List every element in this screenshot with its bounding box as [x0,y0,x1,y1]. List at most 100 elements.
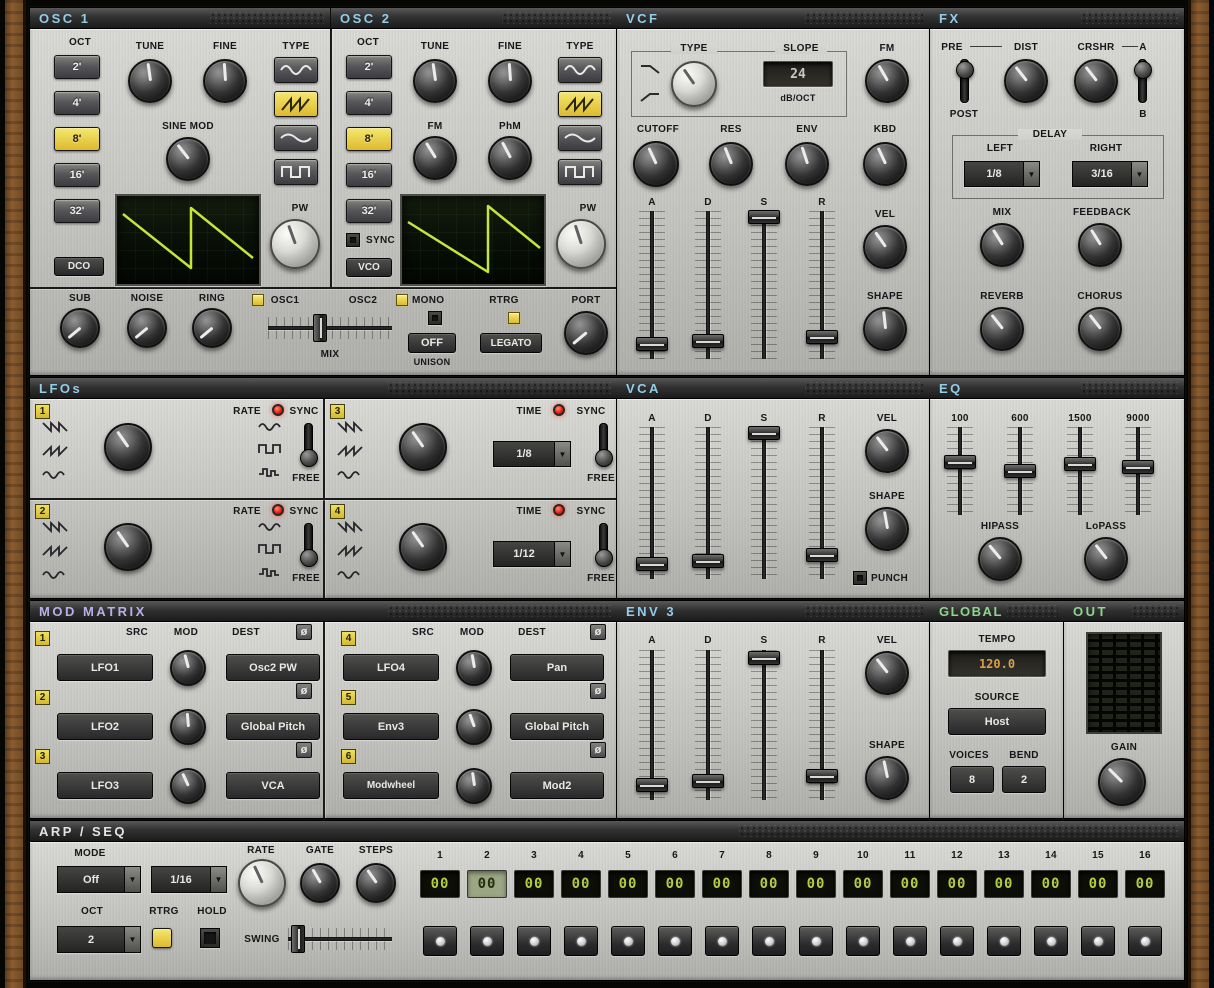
lfo4-toggle-knob[interactable] [595,549,613,567]
osc-mix-slider[interactable] [268,317,392,339]
saw-down-icon[interactable] [42,421,68,433]
osc1-enable-led[interactable] [252,294,264,306]
step-display-13[interactable]: 00 [984,870,1024,898]
mod-slot5-phase-button[interactable]: ø [590,683,606,699]
vca-release-handle[interactable] [806,548,838,562]
step-display-3[interactable]: 00 [514,870,554,898]
ab-toggle-knob[interactable] [1134,61,1152,79]
mod-slot1-dest-button[interactable]: Osc2 PW [226,654,320,681]
swing-slider-handle[interactable] [291,925,305,953]
step-display-10[interactable]: 00 [843,870,883,898]
mod-slot5-dest-button[interactable]: Global Pitch [510,713,604,740]
ab-toggle[interactable] [1138,59,1147,103]
lfo3-rate-knob[interactable] [399,423,447,471]
mod-slot3-amount-knob[interactable] [170,768,206,804]
vca-shape-knob[interactable] [865,507,909,551]
sine-icon[interactable] [42,469,66,481]
env3-attack-handle[interactable] [636,778,668,792]
step-display-12[interactable]: 00 [937,870,977,898]
eq-band-100-handle[interactable] [944,455,976,469]
pre-post-toggle[interactable] [960,59,969,103]
chevron-down-icon[interactable]: ▼ [1131,161,1148,187]
vcf-release-slider[interactable] [809,211,835,359]
lfo2-sync-free-toggle[interactable] [304,523,313,567]
step-display-6[interactable]: 00 [655,870,695,898]
kbd-knob[interactable] [863,142,907,186]
sub-knob[interactable] [60,308,100,348]
mod-slot4-src-button[interactable]: LFO4 [343,654,439,681]
chevron-down-icon[interactable]: ▼ [554,441,571,467]
mono-checkbox[interactable] [428,311,442,325]
vcf-release-handle[interactable] [806,330,838,344]
bend-button[interactable]: 2 [1002,766,1046,793]
osc2-fine-knob[interactable] [488,59,532,103]
osc2-fm-knob[interactable] [413,136,457,180]
osc1-sine-mod-knob[interactable] [166,137,210,181]
arp-rate-select[interactable]: 1/16▼ [151,866,227,893]
osc2-pw-knob[interactable] [556,219,606,269]
vcf-fm-knob[interactable] [865,59,909,103]
lfo1-sync-free-toggle[interactable] [304,423,313,467]
osc2-type-saw-button[interactable] [558,91,602,117]
mono-led[interactable] [396,294,408,306]
osc2-oct-4-button[interactable]: 4' [346,91,392,115]
step-display-1[interactable]: 00 [420,870,460,898]
arp-rate-knob[interactable] [238,859,286,907]
step-button-11[interactable] [893,926,927,956]
eq-band-600-handle[interactable] [1004,464,1036,478]
osc1-oct-2-button[interactable]: 2' [54,55,100,79]
saw-down-icon[interactable] [42,521,68,533]
mod-slot4-phase-button[interactable]: ø [590,624,606,640]
legato-button[interactable]: LEGATO [480,333,542,353]
env3-release-handle[interactable] [806,769,838,783]
mod-slot4-dest-button[interactable]: Pan [510,654,604,681]
slope-display[interactable]: 24 [763,61,833,87]
step-display-7[interactable]: 00 [702,870,742,898]
punch-checkbox[interactable] [853,571,867,585]
lopass-knob[interactable] [1084,537,1128,581]
osc2-tune-knob[interactable] [413,59,457,103]
vcf-attack-handle[interactable] [636,337,668,351]
saw-up-icon[interactable] [337,545,363,557]
tempo-display[interactable]: 120.0 [948,650,1046,677]
osc-mix-slider-handle[interactable] [313,314,327,342]
unison-off-button[interactable]: OFF [408,333,456,353]
fx-mix-knob[interactable] [980,223,1024,267]
vca-attack-slider[interactable] [639,427,665,579]
step-button-10[interactable] [846,926,880,956]
saw-down-icon[interactable] [337,421,363,433]
mod-slot4-amount-knob[interactable] [456,650,492,686]
saw-down-icon[interactable] [337,521,363,533]
pre-post-toggle-knob[interactable] [956,61,974,79]
mod-slot1-amount-knob[interactable] [170,650,206,686]
osc1-tune-knob[interactable] [128,59,172,103]
vca-decay-handle[interactable] [692,554,724,568]
step-display-11[interactable]: 00 [890,870,930,898]
rtrg-led[interactable] [508,312,520,324]
eq-band-600-slider[interactable] [1007,427,1033,515]
step-display-9[interactable]: 00 [796,870,836,898]
lfo1-toggle-knob[interactable] [300,449,318,467]
arp-hold-button[interactable] [200,928,220,948]
vca-release-slider[interactable] [809,427,835,579]
osc2-oct-8-button[interactable]: 8' [346,127,392,151]
eq-band-1500-slider[interactable] [1067,427,1093,515]
vca-sustain-slider[interactable] [751,427,777,579]
step-button-7[interactable] [705,926,739,956]
sine-icon[interactable] [258,421,282,433]
step-button-13[interactable] [987,926,1021,956]
feedback-knob[interactable] [1078,223,1122,267]
saw-up-icon[interactable] [42,445,68,457]
arp-oct-select[interactable]: 2▼ [57,926,141,953]
env3-attack-slider[interactable] [639,650,665,800]
eq-band-1500-handle[interactable] [1064,457,1096,471]
lfo3-toggle-knob[interactable] [595,449,613,467]
square-icon[interactable] [258,543,282,555]
mod-slot5-src-button[interactable]: Env3 [343,713,439,740]
chevron-down-icon[interactable]: ▼ [1023,161,1040,187]
delay-left-select[interactable]: 1/8▼ [964,161,1040,187]
env3-decay-handle[interactable] [692,774,724,788]
sine-icon[interactable] [42,569,66,581]
step-button-9[interactable] [799,926,833,956]
mod-slot2-amount-knob[interactable] [170,709,206,745]
